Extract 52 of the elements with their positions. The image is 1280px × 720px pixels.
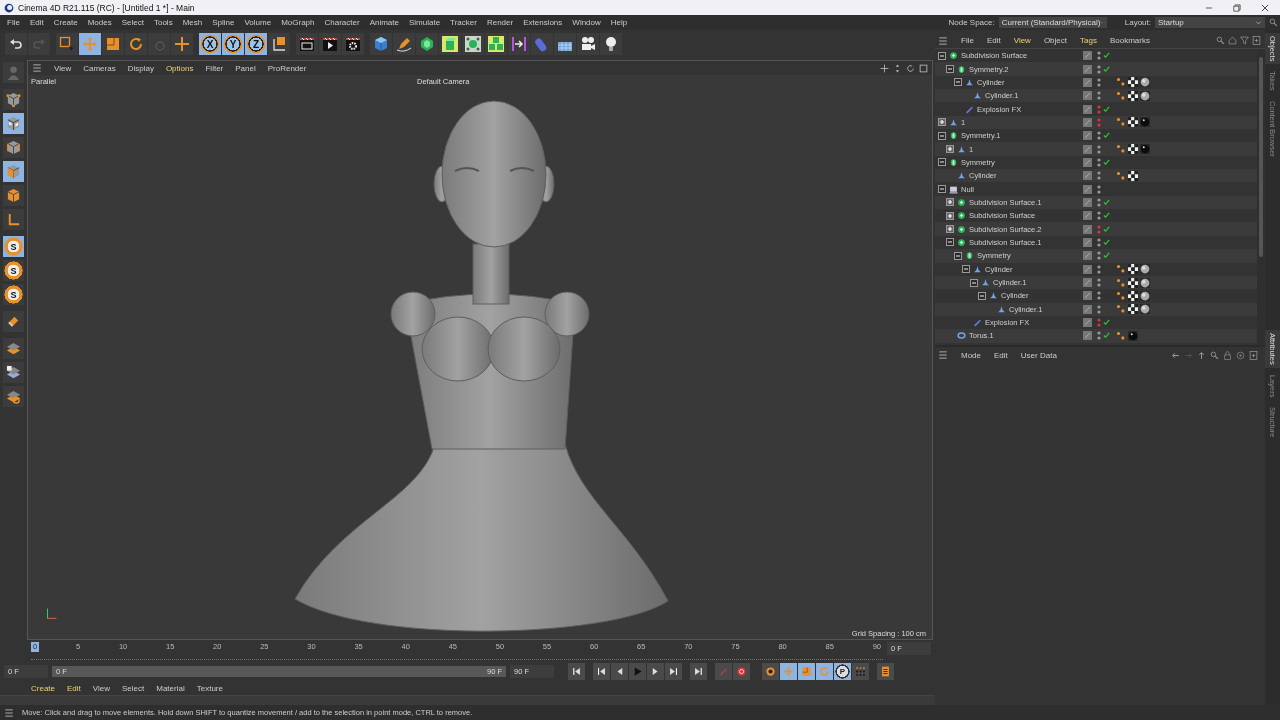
menu-item[interactable]: Edit [994, 350, 1008, 360]
field-label: Layout: [1124, 18, 1151, 27]
menu-item[interactable]: Create [53, 18, 78, 27]
menu-item[interactable]: Edit [986, 36, 1001, 45]
menu-item[interactable]: Spline [212, 18, 235, 27]
menu-item[interactable]: Object [1043, 36, 1067, 45]
letter-circle-button[interactable]: S [3, 284, 24, 305]
menu-item[interactable]: Select [122, 683, 145, 693]
dropdown[interactable]: Current (Standard/Physical) [998, 17, 1107, 28]
menu-item[interactable]: Tags [1080, 36, 1097, 45]
axis-button[interactable]: Z [245, 33, 267, 55]
menu-item[interactable]: Cameras [83, 63, 116, 73]
menu-item[interactable]: Simulate [409, 18, 441, 27]
menu-item[interactable]: Edit [29, 18, 44, 27]
menu-item[interactable]: User Data [1020, 350, 1057, 360]
menu-item[interactable]: ProRender [267, 63, 307, 73]
axis-button[interactable]: X [199, 33, 221, 55]
menu-item[interactable]: Help [610, 18, 628, 27]
menu-item[interactable]: Edit [67, 683, 81, 693]
menu-item[interactable]: Mode [961, 350, 981, 360]
menu-item[interactable]: File [7, 18, 20, 27]
menu-item[interactable]: Material [156, 683, 185, 693]
menu-item[interactable]: Texture [196, 683, 223, 693]
menu-item[interactable]: Select [121, 18, 144, 27]
menu-item[interactable]: Create [31, 683, 55, 693]
menu-item[interactable]: Animate [369, 18, 399, 27]
menu-item[interactable]: File [961, 36, 974, 45]
menu-item[interactable]: Modes [87, 18, 112, 27]
letter-circle-button[interactable]: S [3, 236, 24, 257]
dropdown[interactable]: Startup [1155, 17, 1265, 28]
menu-item[interactable]: Render [486, 18, 514, 27]
menu-item[interactable]: Tracker [450, 18, 477, 27]
menu-item[interactable]: Extensions [523, 18, 563, 27]
menu-item[interactable]: Volume [244, 18, 272, 27]
menu-item[interactable]: Tools [153, 18, 173, 27]
axis-button[interactable]: Y [222, 33, 244, 55]
menu-item[interactable]: Options [165, 63, 194, 73]
menu-item[interactable]: Mesh [182, 18, 203, 27]
menu-item[interactable]: View [1013, 36, 1031, 45]
menu-item[interactable]: Panel [235, 63, 256, 73]
menu-item[interactable]: MoGraph [281, 18, 315, 27]
menu-item[interactable]: Window [572, 18, 601, 27]
param-button[interactable]: P [834, 662, 851, 680]
letter-circle-button[interactable]: S [3, 260, 24, 281]
menu-item[interactable]: Display [127, 63, 154, 73]
menu-item[interactable]: Character [324, 18, 360, 27]
menu-item[interactable]: Filter [205, 63, 224, 73]
window-title: Cinema 4D R21.115 (RC) - [Untitled 1 *] - Main [18, 2, 196, 13]
menu-item[interactable]: View [92, 683, 110, 693]
menu-item[interactable]: Bookmarks [1109, 36, 1150, 45]
menu-item[interactable]: View [54, 63, 72, 73]
field-label: Node Space: [948, 18, 995, 27]
